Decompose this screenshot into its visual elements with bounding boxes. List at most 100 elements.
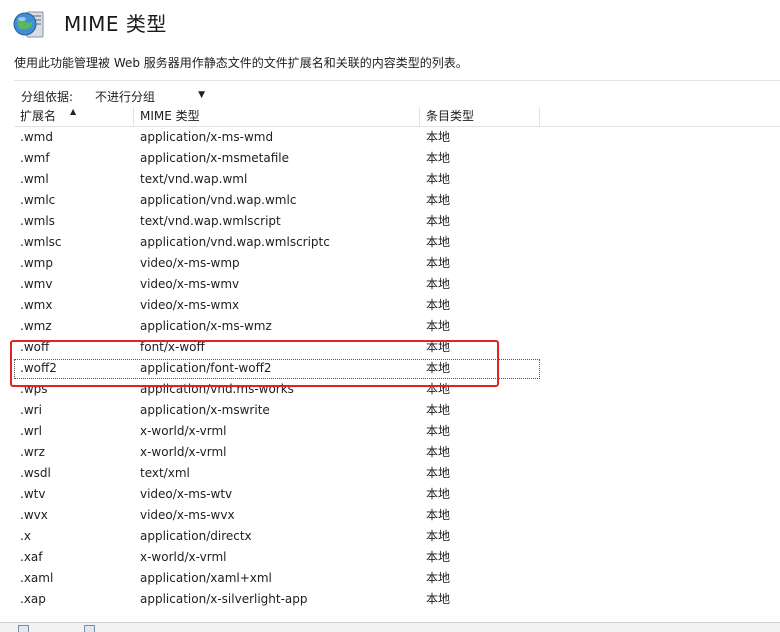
cell-entry-type: 本地 (426, 235, 451, 249)
grid-header: 扩展名 ▲ MIME 类型 条目类型 (14, 107, 780, 127)
cell-extension: .wmd (20, 130, 53, 144)
cell-extension: .wmf (20, 151, 50, 165)
cell-entry-type: 本地 (426, 319, 451, 333)
table-row[interactable]: .wvx video/x-ms-wvx 本地 (14, 505, 780, 526)
column-header-label: 条目类型 (426, 109, 475, 123)
table-row[interactable]: .wmlsc application/vnd.wap.wmlscriptc 本地 (14, 232, 780, 253)
table-row[interactable]: .wmd application/x-ms-wmd 本地 (14, 127, 780, 148)
cell-extension: .xap (20, 592, 46, 606)
column-header-entry-type[interactable]: 条目类型 (420, 107, 540, 126)
cell-entry-type: 本地 (426, 298, 451, 312)
cell-extension: .wmv (20, 277, 53, 291)
cell-entry-type: 本地 (426, 403, 451, 417)
cell-extension: .wrl (20, 424, 42, 438)
cell-extension: .wmz (20, 319, 52, 333)
globe-server-icon (13, 9, 47, 39)
feature-description: 使用此功能管理被 Web 服务器用作静态文件的文件扩展名和关联的内容类型的列表。 (14, 56, 468, 70)
cell-extension: .xaf (20, 550, 43, 564)
cell-extension: .woff2 (20, 361, 57, 375)
table-row[interactable]: .wrl x-world/x-vrml 本地 (14, 421, 780, 442)
table-row[interactable]: .wml text/vnd.wap.wml 本地 (14, 169, 780, 190)
table-row[interactable]: .wmp video/x-ms-wmp 本地 (14, 253, 780, 274)
sort-ascending-icon: ▲ (70, 107, 77, 116)
cell-extension: .wmp (20, 256, 53, 270)
cell-mime-type: application/x-msmetafile (140, 151, 290, 165)
table-row[interactable]: .wri application/x-mswrite 本地 (14, 400, 780, 421)
table-row[interactable]: .woff2 application/font-woff2 本地 (14, 358, 780, 379)
cell-mime-type: video/x-ms-wvx (140, 508, 235, 522)
cell-mime-type: text/xml (140, 466, 190, 480)
cell-entry-type: 本地 (426, 172, 451, 186)
group-by-value: 不进行分组 (95, 90, 156, 104)
cell-mime-type: application/x-silverlight-app (140, 592, 308, 606)
cell-extension: .wmlc (20, 193, 56, 207)
table-row[interactable]: .wmlc application/vnd.wap.wmlc 本地 (14, 190, 780, 211)
cell-mime-type: application/x-ms-wmd (140, 130, 274, 144)
mime-types-grid: 扩展名 ▲ MIME 类型 条目类型 .wmd application/x-ms-… (14, 107, 780, 610)
cell-mime-type: font/x-woff (140, 340, 205, 354)
dropdown-arrow-icon[interactable]: ▼ (198, 90, 205, 100)
group-by-label: 分组依据: (21, 90, 74, 104)
cell-entry-type: 本地 (426, 151, 451, 165)
cell-mime-type: application/vnd.ms-works (140, 382, 294, 396)
cell-entry-type: 本地 (426, 592, 451, 606)
cell-mime-type: video/x-ms-wmp (140, 256, 240, 270)
cell-mime-type: text/vnd.wap.wml (140, 172, 248, 186)
cell-extension: .wmlsc (20, 235, 62, 249)
header: MIME 类型 (0, 0, 780, 46)
table-row[interactable]: .x application/directx 本地 (14, 526, 780, 547)
cell-extension: .wmx (20, 298, 53, 312)
cell-entry-type: 本地 (426, 193, 451, 207)
cell-extension: .woff (20, 340, 50, 354)
cell-entry-type: 本地 (426, 214, 451, 228)
cell-extension: .wri (20, 403, 42, 417)
table-row[interactable]: .wsdl text/xml 本地 (14, 463, 780, 484)
cell-entry-type: 本地 (426, 466, 451, 480)
cell-mime-type: video/x-ms-wmx (140, 298, 240, 312)
table-row[interactable]: .wmx video/x-ms-wmx 本地 (14, 295, 780, 316)
cell-mime-type: x-world/x-vrml (140, 445, 227, 459)
cell-entry-type: 本地 (426, 529, 451, 543)
group-by-dropdown[interactable]: 不进行分组 ▼ (90, 85, 208, 104)
cell-entry-type: 本地 (426, 487, 451, 501)
cell-entry-type: 本地 (426, 130, 451, 144)
cell-extension: .wvx (20, 508, 48, 522)
cell-extension: .wsdl (20, 466, 51, 480)
table-row[interactable]: .wmf application/x-msmetafile 本地 (14, 148, 780, 169)
table-row[interactable]: .wmls text/vnd.wap.wmlscript 本地 (14, 211, 780, 232)
cell-entry-type: 本地 (426, 361, 451, 375)
table-row[interactable]: .wmv video/x-ms-wmv 本地 (14, 274, 780, 295)
cell-extension: .x (20, 529, 31, 543)
table-row[interactable]: .wps application/vnd.ms-works 本地 (14, 379, 780, 400)
cell-entry-type: 本地 (426, 445, 451, 459)
table-row[interactable]: .xaf x-world/x-vrml 本地 (14, 547, 780, 568)
cell-mime-type: application/vnd.wap.wmlc (140, 193, 297, 207)
column-header-extension[interactable]: 扩展名 ▲ (14, 107, 134, 126)
cell-mime-type: application/x-mswrite (140, 403, 270, 417)
cell-extension: .wmls (20, 214, 55, 228)
cell-mime-type: application/vnd.wap.wmlscriptc (140, 235, 330, 249)
column-header-mime-type[interactable]: MIME 类型 (134, 107, 420, 126)
table-row[interactable]: .xap application/x-silverlight-app 本地 (14, 589, 780, 610)
cell-entry-type: 本地 (426, 382, 451, 396)
table-row[interactable]: .wmz application/x-ms-wmz 本地 (14, 316, 780, 337)
cell-extension: .wml (20, 172, 49, 186)
table-row[interactable]: .wtv video/x-ms-wtv 本地 (14, 484, 780, 505)
table-row[interactable]: .xaml application/xaml+xml 本地 (14, 568, 780, 589)
table-row[interactable]: .wrz x-world/x-vrml 本地 (14, 442, 780, 463)
cell-extension: .wtv (20, 487, 46, 501)
cell-mime-type: x-world/x-vrml (140, 424, 227, 438)
cell-mime-type: application/font-woff2 (140, 361, 272, 375)
cell-entry-type: 本地 (426, 571, 451, 585)
grid-body: .wmd application/x-ms-wmd 本地 .wmf applicatio… (14, 127, 780, 610)
cell-entry-type: 本地 (426, 277, 451, 291)
cell-entry-type: 本地 (426, 550, 451, 564)
cell-mime-type: text/vnd.wap.wmlscript (140, 214, 281, 228)
table-row[interactable]: .woff font/x-woff 本地 (14, 337, 780, 358)
cell-entry-type: 本地 (426, 424, 451, 438)
cell-mime-type: application/xaml+xml (140, 571, 272, 585)
page-title: MIME 类型 (64, 12, 167, 36)
cell-entry-type: 本地 (426, 340, 451, 354)
cell-mime-type: application/directx (140, 529, 252, 543)
group-by-bar: 分组依据: 不进行分组 ▼ (14, 80, 780, 107)
